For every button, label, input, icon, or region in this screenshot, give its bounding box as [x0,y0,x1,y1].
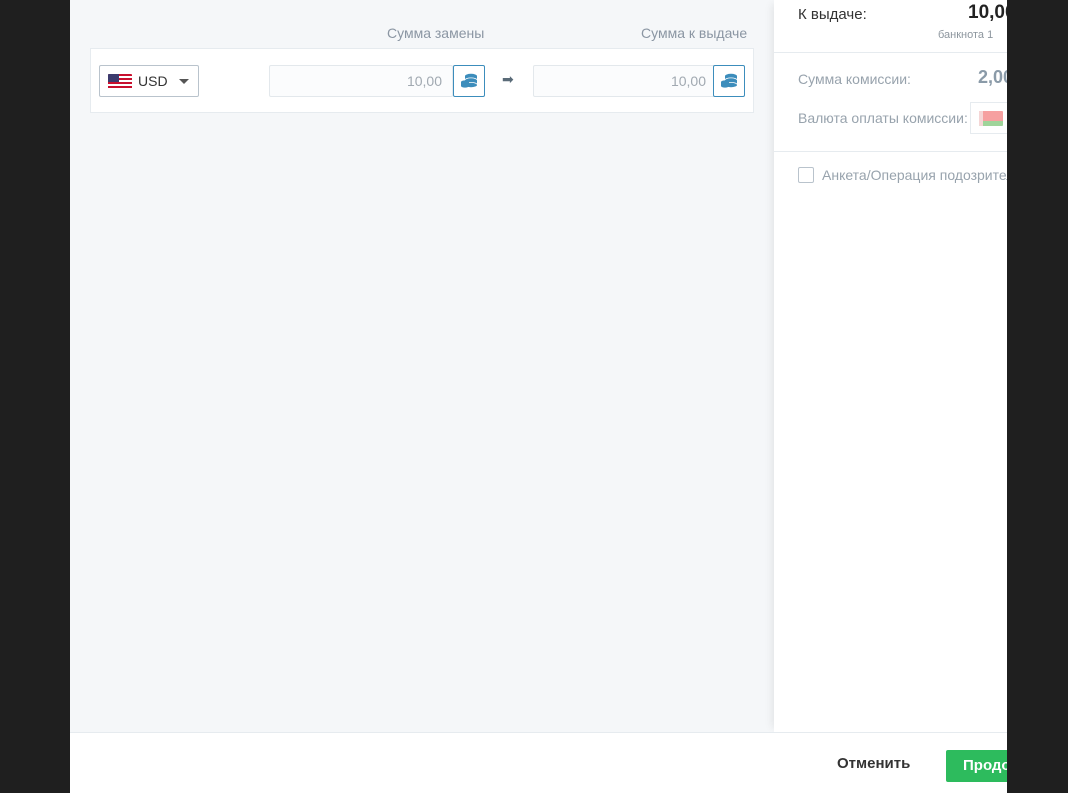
payout-value: 10,00 [968,2,1007,23]
suspicious-label: Анкета/Операция подозрительна [822,167,1007,183]
commission-value: 2,00 [978,67,1007,87]
coins-icon [461,73,477,88]
currency-code: USD [138,73,168,89]
payout-amount-input[interactable]: 10,00 [533,65,717,97]
payout-label: К выдаче: [798,6,867,23]
suspicious-checkbox[interactable] [798,167,814,183]
banknote-note: банкнота 1 [938,29,994,41]
flag-by-icon [979,111,1003,126]
arrow-right-icon: ➡ [502,72,514,88]
cancel-button[interactable]: Отменить [837,755,910,772]
currency-select[interactable]: USD [99,65,199,97]
divider [774,151,1007,152]
summary-panel: К выдаче: 10,00 банкнота 1 Сумма комисси… [774,0,1007,732]
modal-footer: Отменить Продолжить [70,732,1007,793]
exchange-row: USD 10,00 ➡ 10,00 [90,48,754,113]
header-payout-amount: Сумма к выдаче [641,25,748,41]
continue-button[interactable]: Продолжить [946,750,1007,782]
payout-denominations-button[interactable] [713,65,745,97]
flag-us-icon [108,74,132,89]
exchange-panel: Сумма замены Сумма к выдаче USD 10,00 ➡ … [70,0,774,732]
commission-label: Сумма комиссии: [798,71,911,87]
replace-denominations-button[interactable] [453,65,485,97]
replace-amount-input[interactable]: 10,00 [269,65,453,97]
continue-button-label: Продолжить [963,757,1007,774]
commission-currency-label: Валюта оплаты комиссии: [798,110,968,126]
top-strip [90,0,754,18]
exchange-modal: Сумма замены Сумма к выдаче USD 10,00 ➡ … [70,0,1007,793]
commission-currency-select[interactable] [970,102,1007,134]
coins-icon [721,73,737,88]
divider [774,52,1007,53]
chevron-down-icon [179,79,189,84]
header-replace-amount: Сумма замены [387,25,485,41]
